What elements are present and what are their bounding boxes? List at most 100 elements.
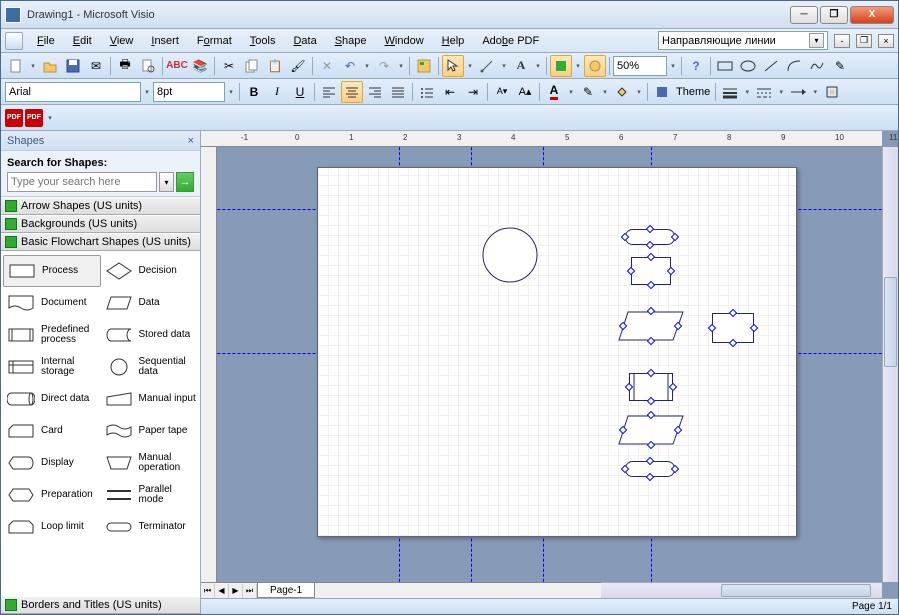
help-button[interactable]: ?	[685, 55, 707, 77]
pdf-dropdown[interactable]: ▾	[45, 114, 55, 122]
shape-master-document[interactable]: Document	[3, 287, 101, 319]
increase-fontsize-button[interactable]: A▴	[514, 81, 536, 103]
theme-icon[interactable]	[651, 81, 673, 103]
shapes-search-input[interactable]	[7, 172, 157, 192]
zoom-combo[interactable]: 50%	[613, 56, 667, 76]
shape-master-prep[interactable]: Preparation	[3, 479, 101, 511]
text-dropdown[interactable]: ▾	[533, 62, 543, 70]
bold-button[interactable]: B	[243, 81, 265, 103]
menu-adobe-pdf[interactable]: Adobe PDF	[474, 33, 547, 49]
italic-button[interactable]: I	[266, 81, 288, 103]
sub-minimize-button[interactable]: -	[834, 34, 850, 48]
stencil-backgrounds[interactable]: Backgrounds (US units)	[1, 215, 200, 233]
font-color-button[interactable]: A	[543, 81, 565, 103]
shape-master-terminator[interactable]: Terminator	[101, 511, 199, 543]
tab-nav-first[interactable]: ⏮	[201, 584, 215, 598]
shape-master-circle[interactable]: Sequential data	[101, 351, 199, 383]
combo-drop-icon[interactable]: ▾	[809, 33, 824, 48]
line-color-button[interactable]: ✎	[577, 81, 599, 103]
line-pattern-dropdown[interactable]: ▾	[776, 88, 786, 96]
menu-file[interactable]: File	[29, 33, 63, 49]
menu-format[interactable]: Format	[189, 33, 240, 49]
shape-master-internal[interactable]: Internal storage	[3, 351, 101, 383]
minimize-button[interactable]: ─	[790, 6, 818, 24]
save-button[interactable]	[62, 55, 84, 77]
fontsize-combo[interactable]: 8pt	[153, 82, 225, 102]
menu-help[interactable]: Help	[434, 33, 473, 49]
line-weight-dropdown[interactable]: ▾	[742, 88, 752, 96]
scroll-thumb[interactable]	[884, 277, 897, 367]
new-button[interactable]	[5, 55, 27, 77]
shape-master-tape[interactable]: Paper tape	[101, 415, 199, 447]
redo-dropdown[interactable]: ▾	[396, 62, 406, 70]
underline-button[interactable]: U	[289, 81, 311, 103]
shape-master-rect[interactable]: Process	[3, 255, 101, 287]
sub-restore-button[interactable]: ❐	[856, 34, 872, 48]
arc-tool-button[interactable]	[783, 55, 805, 77]
shape-master-manualin[interactable]: Manual input	[101, 383, 199, 415]
shapes-search-dropdown[interactable]: ▾	[159, 172, 174, 192]
canvas-viewport[interactable]	[217, 147, 882, 582]
close-button[interactable]: X	[850, 6, 894, 24]
tab-nav-next[interactable]: ▶	[229, 584, 243, 598]
fill-color-button[interactable]	[611, 81, 633, 103]
fill-color-dropdown[interactable]: ▾	[634, 88, 644, 96]
pdf-convert-icon[interactable]: PDF	[5, 109, 23, 127]
copy-button[interactable]	[241, 55, 263, 77]
increase-indent-button[interactable]: ⇥	[462, 81, 484, 103]
shape-master-predef[interactable]: Predefined process	[3, 319, 101, 351]
format-painter-button[interactable]: 🖌	[287, 55, 309, 77]
pencil-tool-button[interactable]: ✎	[829, 55, 851, 77]
shape-circle[interactable]	[482, 227, 538, 283]
menu-tools[interactable]: Tools	[242, 33, 284, 49]
shapes-window-button[interactable]	[413, 55, 435, 77]
zoom-dropdown[interactable]: ▾	[668, 62, 678, 70]
shapes-search-go-button[interactable]: →	[176, 172, 194, 192]
ellipse-tool-button[interactable]	[737, 55, 759, 77]
shape-master-display[interactable]: Display	[3, 447, 101, 479]
pointer-dropdown[interactable]: ▾	[465, 62, 475, 70]
shape-master-parallel[interactable]: Parallel mode	[101, 479, 199, 511]
delete-button[interactable]: ✕	[316, 55, 338, 77]
new-dropdown[interactable]: ▾	[28, 62, 38, 70]
help-search-combo[interactable]: Направляющие линии ▾	[658, 31, 828, 50]
shape-master-card[interactable]: Card	[3, 415, 101, 447]
font-color-dropdown[interactable]: ▾	[566, 88, 576, 96]
theme-label[interactable]: Theme	[674, 86, 712, 98]
research-button[interactable]: 📚	[189, 55, 211, 77]
system-menu-icon[interactable]	[5, 32, 23, 50]
vertical-scrollbar[interactable]	[882, 147, 898, 582]
font-dropdown[interactable]: ▾	[142, 88, 152, 96]
menu-shape[interactable]: Shape	[327, 33, 375, 49]
pdf-settings-icon[interactable]: PDF	[25, 109, 43, 127]
shape-master-cylinder[interactable]: Direct data	[3, 383, 101, 415]
line-weight-button[interactable]	[719, 81, 741, 103]
bullets-button[interactable]	[416, 81, 438, 103]
spellcheck-button[interactable]: ABC	[166, 55, 188, 77]
menu-edit[interactable]: Edit	[65, 33, 100, 49]
line-color-dropdown[interactable]: ▾	[600, 88, 610, 96]
decrease-fontsize-button[interactable]: A▾	[491, 81, 513, 103]
page-tab[interactable]: Page-1	[257, 583, 315, 598]
connector-tool-button[interactable]	[476, 55, 498, 77]
freeform-tool-button[interactable]	[806, 55, 828, 77]
line-ends-dropdown[interactable]: ▾	[810, 88, 820, 96]
connection-point-button[interactable]	[584, 55, 606, 77]
align-center-button[interactable]	[341, 81, 363, 103]
menu-data[interactable]: Data	[285, 33, 324, 49]
line-pattern-button[interactable]	[753, 81, 775, 103]
print-preview-button[interactable]	[137, 55, 159, 77]
decrease-indent-button[interactable]: ⇤	[439, 81, 461, 103]
undo-button[interactable]: ↶	[339, 55, 361, 77]
menu-view[interactable]: View	[102, 33, 142, 49]
stencil-arrow-shapes[interactable]: Arrow Shapes (US units)	[1, 197, 200, 215]
tab-nav-last[interactable]: ⏭	[243, 584, 257, 598]
shapes-panel-close-icon[interactable]: ×	[188, 135, 194, 147]
paste-button[interactable]: 📋	[264, 55, 286, 77]
connector-dropdown[interactable]: ▾	[499, 62, 509, 70]
text-tool-button[interactable]: A	[510, 55, 532, 77]
horizontal-scrollbar[interactable]	[601, 582, 882, 598]
shape-master-manualop[interactable]: Manual operation	[101, 447, 199, 479]
menu-insert[interactable]: Insert	[143, 33, 187, 49]
align-left-button[interactable]	[318, 81, 340, 103]
